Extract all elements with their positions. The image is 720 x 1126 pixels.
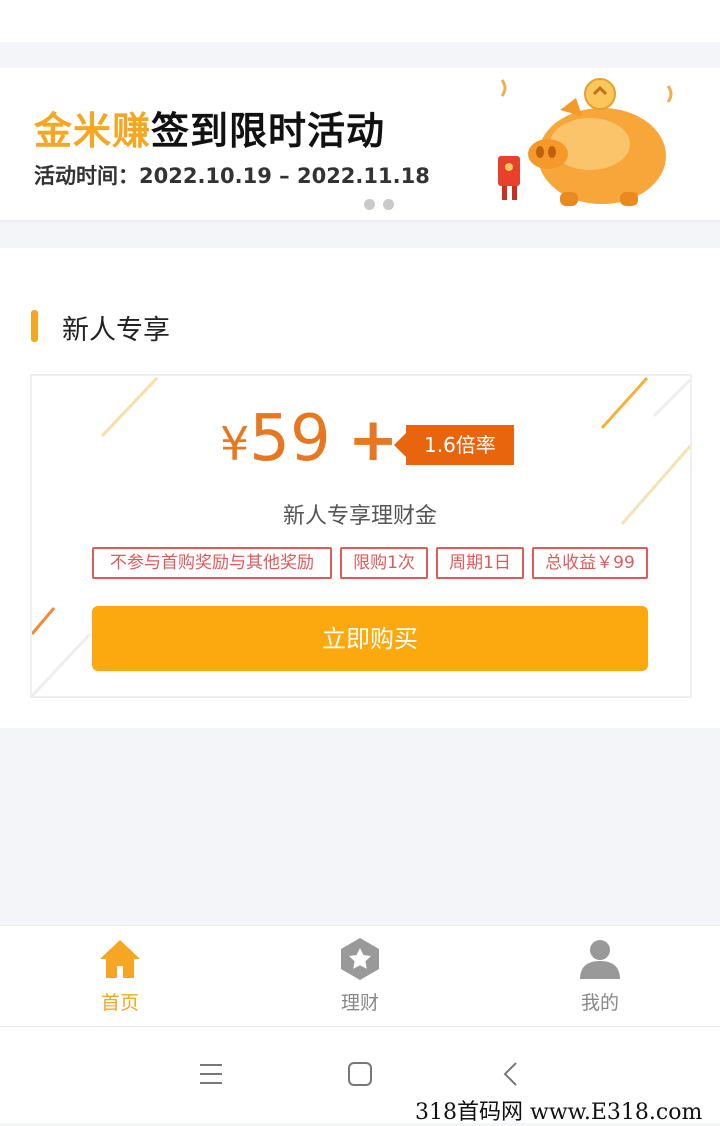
banner-date-range: 2022.10.19 – 2022.11.18 <box>139 164 430 188</box>
tab-home-label: 首页 <box>100 992 139 1014</box>
section-accent-bar <box>31 310 38 342</box>
pager-dot[interactable] <box>364 199 375 210</box>
offer-price: ¥59 <box>220 402 331 476</box>
offer-subtitle: 新人专享理财金 <box>282 504 437 529</box>
tab-finance[interactable]: 理财 <box>300 937 420 1015</box>
tab-home[interactable]: 首页 <box>60 937 180 1015</box>
section-title: 新人专享 <box>62 315 170 346</box>
banner-date-label: 活动时间： <box>34 164 139 188</box>
watermark: 318首码网 www.E318.com <box>415 1100 703 1125</box>
home-square-icon[interactable] <box>344 1058 376 1090</box>
rate-badge: 1.6倍率 <box>394 425 514 465</box>
currency-symbol: ¥ <box>220 417 250 471</box>
banner-brand: 金米赚 <box>34 109 152 153</box>
banner-title: 金米赚签到限时活动 <box>34 100 385 155</box>
buy-now-button[interactable]: 立即购买 <box>92 606 648 671</box>
banner-pager-dots[interactable] <box>364 199 394 210</box>
offer-tag: 限购1次 <box>340 547 428 579</box>
tab-mine[interactable]: 我的 <box>540 937 660 1015</box>
star-hexagon-icon <box>341 938 379 980</box>
home-icon <box>100 940 140 978</box>
offer-tag: 总收益￥99 <box>532 547 648 579</box>
banner-title-rest: 签到限时活动 <box>151 109 386 153</box>
menu-icon[interactable] <box>195 1058 227 1090</box>
tab-finance-label: 理财 <box>340 992 379 1014</box>
user-icon <box>580 940 620 979</box>
offer-tag: 周期1日 <box>436 547 524 579</box>
price-amount: 59 <box>249 402 331 476</box>
tab-mine-label: 我的 <box>580 992 619 1014</box>
pager-dot[interactable] <box>383 199 394 210</box>
plus-sign: + <box>348 405 399 475</box>
status-area <box>0 0 720 42</box>
banner-date: 活动时间：2022.10.19 – 2022.11.18 <box>34 160 430 190</box>
offer-tag: 不参与首购奖励与其他奖励 <box>92 547 332 579</box>
back-icon[interactable] <box>496 1058 528 1090</box>
piggy-bank-icon <box>498 78 673 206</box>
